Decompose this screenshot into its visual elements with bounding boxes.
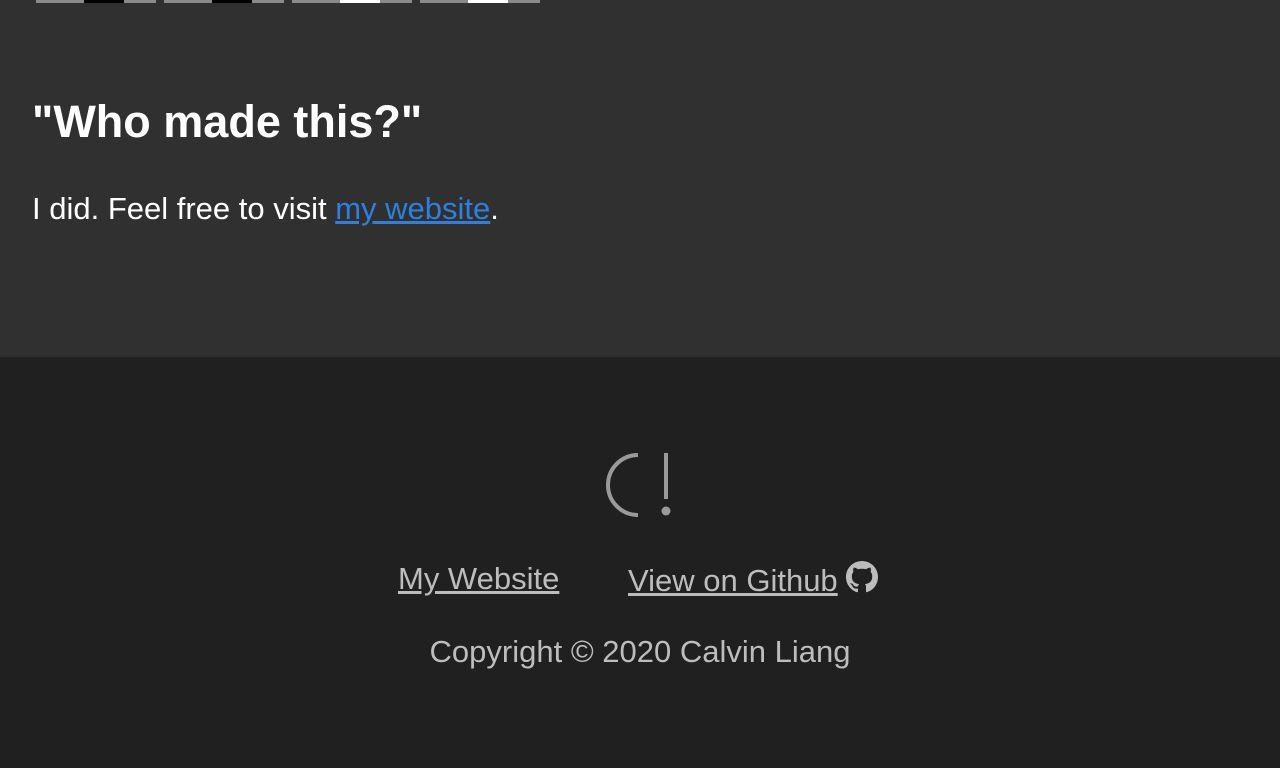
- footer-website-link[interactable]: My Website: [398, 559, 559, 599]
- about-text: I did. Feel free to visit my website.: [32, 188, 499, 230]
- calvin-logo-icon: [600, 451, 680, 527]
- about-text-after: .: [490, 191, 499, 226]
- footer: My Website View on Github Copyright © 20…: [0, 357, 1280, 768]
- footer-github-link[interactable]: View on Github: [628, 561, 878, 601]
- my-website-link[interactable]: my website: [335, 191, 490, 226]
- thumbnail[interactable]: [292, 0, 412, 3]
- github-icon: [845, 561, 878, 593]
- thumbnail[interactable]: [36, 0, 156, 3]
- thumbnail[interactable]: [420, 0, 540, 3]
- about-text-before: I did. Feel free to visit: [32, 191, 336, 226]
- copyright-text: Copyright © 2020 Calvin Liang: [429, 634, 851, 669]
- footer-links: My Website View on Github: [0, 557, 1280, 607]
- thumbnail-strip: [36, 0, 540, 3]
- footer-github-label: View on Github: [628, 563, 838, 598]
- thumbnail[interactable]: [164, 0, 284, 3]
- about-section: "Who made this?" I did. Feel free to vis…: [0, 0, 1280, 357]
- about-heading: "Who made this?": [32, 96, 423, 147]
